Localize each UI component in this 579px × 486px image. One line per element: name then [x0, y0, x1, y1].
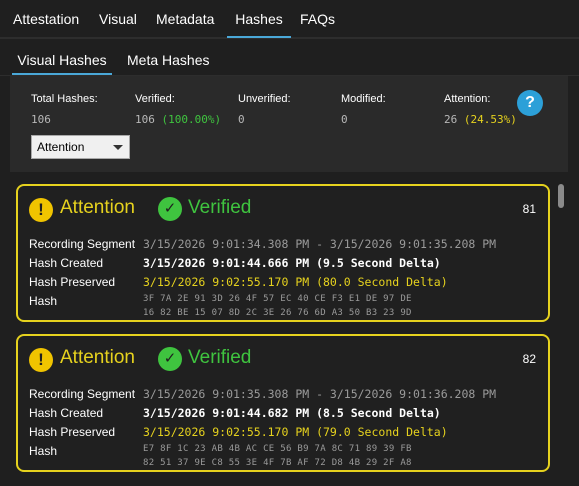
hash-created-label: Hash Created: [29, 406, 104, 420]
card-number: 81: [522, 202, 536, 216]
help-icon[interactable]: ?: [517, 90, 543, 116]
recording-segment-label: Recording Segment: [29, 387, 136, 401]
recording-segment-label: Recording Segment: [29, 237, 136, 251]
card-number: 82: [522, 352, 536, 366]
total-hashes-label: Total Hashes:: [31, 93, 98, 105]
hash-preserved-label: Hash Preserved: [29, 425, 116, 439]
attention-icon: !: [29, 348, 53, 372]
summary-panel: Total Hashes: 106 Verified: 106 (100.00%…: [10, 76, 568, 172]
modified-label: Modified:: [341, 93, 386, 105]
attention-percent: (24.53%): [463, 113, 517, 126]
check-icon: ✓: [158, 347, 182, 371]
unverified-value: 0: [238, 113, 245, 126]
filter-selected-value: Attention: [37, 140, 85, 154]
tab-meta-hashes[interactable]: Meta Hashes: [127, 51, 209, 75]
hash-bytes-line-1: 3F 7A 2E 91 3D 26 4F 57 EC 40 CE F3 E1 D…: [143, 294, 412, 304]
recording-segment-value: 3/15/2026 9:01:34.308 PM - 3/15/2026 9:0…: [143, 237, 497, 251]
verified-status-label: Verified: [188, 197, 252, 218]
hash-preserved-value: 3/15/2026 9:02:55.170 PM (79.0 Second De…: [143, 425, 448, 439]
hash-preserved-label: Hash Preserved: [29, 275, 116, 289]
verified-value: 106 (100.00%): [135, 113, 221, 126]
attention-icon: !: [29, 198, 53, 222]
scrollbar-thumb[interactable]: [558, 184, 564, 208]
hash-created-label: Hash Created: [29, 256, 104, 270]
recording-segment-value: 3/15/2026 9:01:35.308 PM - 3/15/2026 9:0…: [143, 387, 497, 401]
attention-label: Attention:: [444, 93, 491, 105]
hash-label: Hash: [29, 294, 58, 308]
hash-label: Hash: [29, 444, 58, 458]
hash-bytes-line-2: 16 82 BE 15 07 8D 2C 3E 26 76 6D A3 50 B…: [143, 308, 412, 318]
hash-card: ! Attention ✓ Verified 81 Recording Segm…: [16, 184, 550, 322]
total-hashes-value: 106: [31, 113, 51, 126]
tab-visual[interactable]: Visual: [99, 0, 137, 38]
hash-preserved-value: 3/15/2026 9:02:55.170 PM (80.0 Second De…: [143, 275, 448, 289]
check-icon: ✓: [158, 197, 182, 221]
top-nav: Attestation Visual Metadata Hashes FAQs: [0, 0, 579, 39]
attention-status-label: Attention: [60, 347, 135, 368]
sub-nav: Visual Hashes Meta Hashes: [0, 41, 579, 76]
attention-count: 26: [444, 113, 458, 126]
verified-count: 106: [135, 113, 155, 126]
hash-bytes-line-2: 82 51 37 9E C8 55 3E 4F 7B AF 72 D8 4B 2…: [143, 458, 412, 468]
chevron-down-icon: [113, 145, 123, 150]
attention-value: 26 (24.53%): [444, 113, 517, 126]
hash-card: ! Attention ✓ Verified 82 Recording Segm…: [16, 334, 550, 472]
modified-value: 0: [341, 113, 348, 126]
attention-status-label: Attention: [60, 197, 135, 218]
tab-hashes[interactable]: Hashes: [227, 0, 291, 38]
verified-label: Verified:: [135, 93, 175, 105]
hash-bytes-line-1: E7 8F 1C 23 AB 4B AC CE 56 B9 7A 8C 71 8…: [143, 444, 412, 454]
tab-faqs[interactable]: FAQs: [300, 0, 335, 38]
filter-dropdown[interactable]: Attention: [31, 135, 130, 159]
tab-attestation[interactable]: Attestation: [13, 0, 79, 38]
verified-percent: (100.00%): [161, 113, 222, 126]
hash-created-value: 3/15/2026 9:01:44.682 PM (8.5 Second Del…: [143, 406, 441, 420]
unverified-label: Unverified:: [238, 93, 291, 105]
verified-status-label: Verified: [188, 347, 252, 368]
hash-created-value: 3/15/2026 9:01:44.666 PM (9.5 Second Del…: [143, 256, 441, 270]
tab-visual-hashes[interactable]: Visual Hashes: [12, 51, 112, 75]
tab-metadata[interactable]: Metadata: [156, 0, 214, 38]
